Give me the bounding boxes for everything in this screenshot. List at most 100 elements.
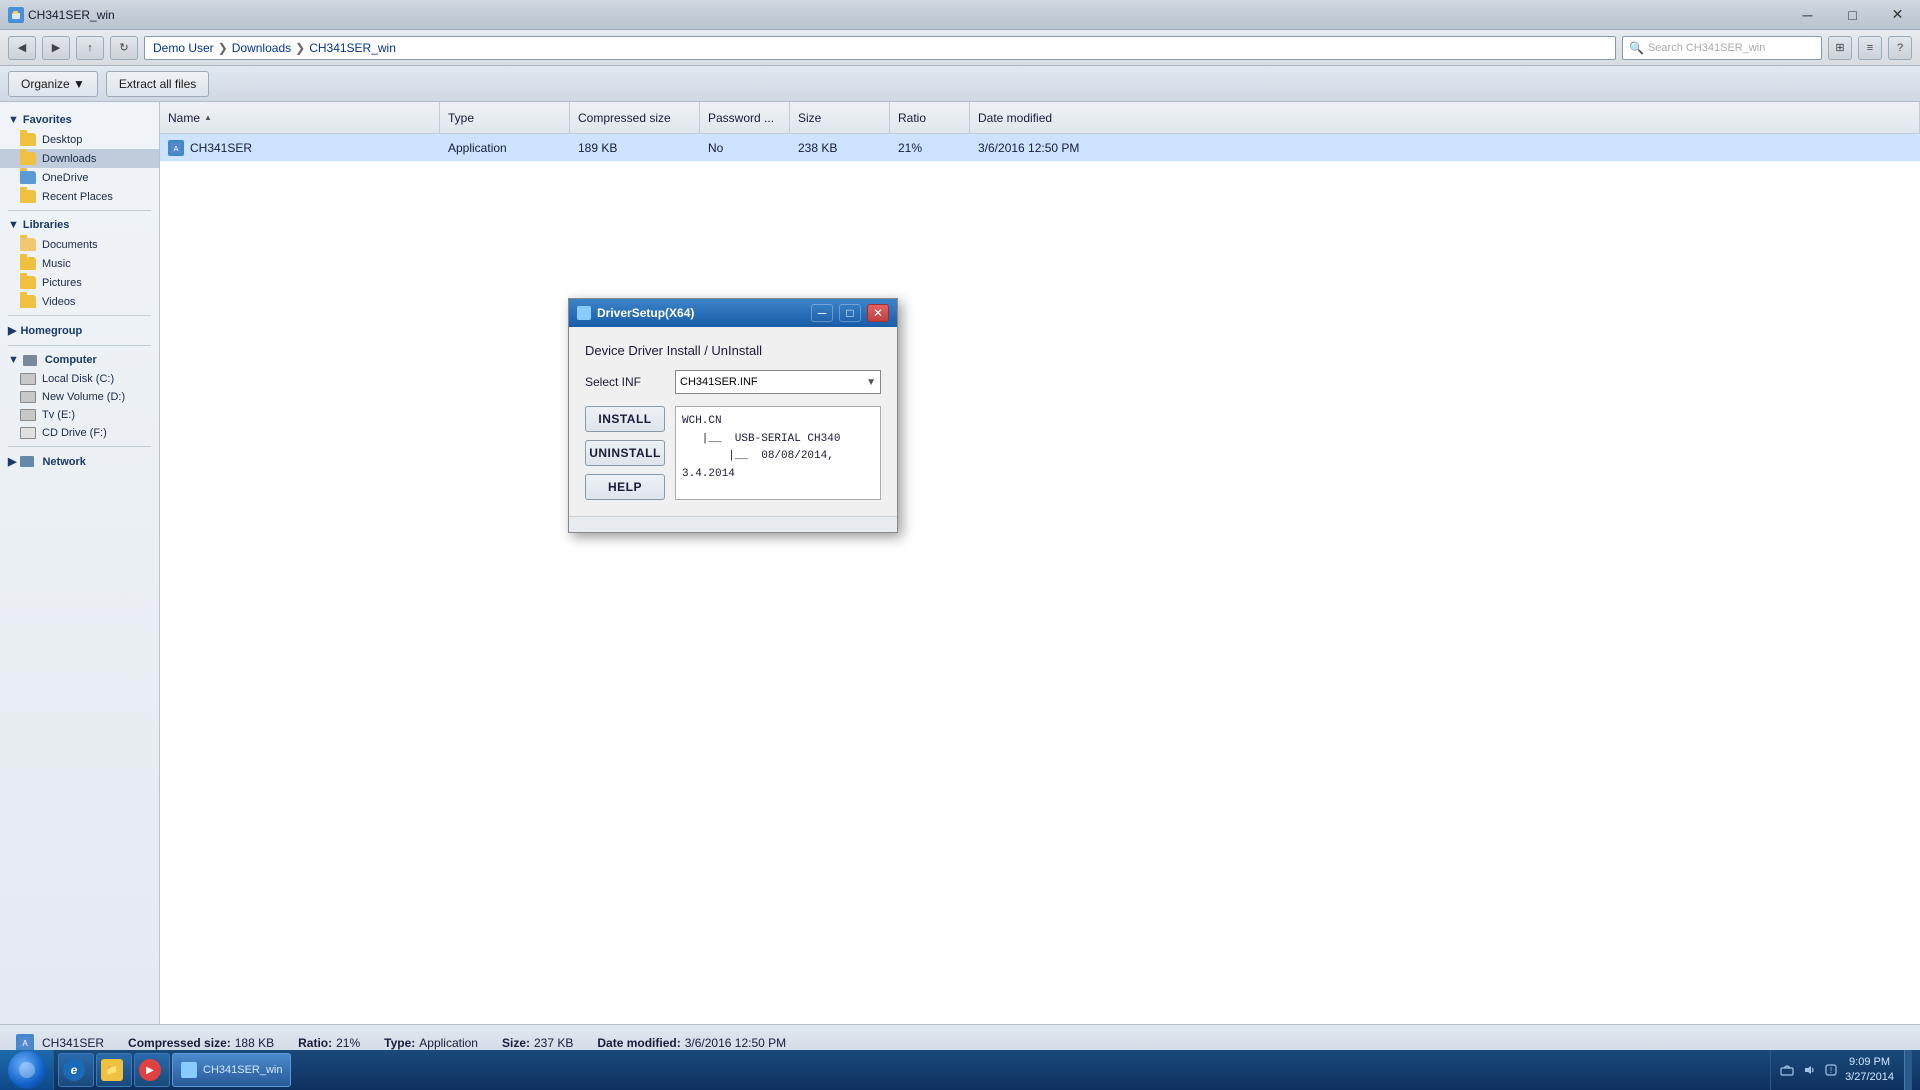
sidebar: ▼ Favorites Desktop Downloads OneDrive R… xyxy=(0,102,160,1024)
view-options-button[interactable]: ⊞ xyxy=(1828,36,1852,60)
table-row[interactable]: A CH341SER Application 189 KB No 238 KB … xyxy=(160,134,1920,162)
sidebar-item-music[interactable]: Music xyxy=(0,254,159,273)
search-placeholder: Search CH341SER_win xyxy=(1648,42,1765,54)
sidebar-item-local-disk[interactable]: Local Disk (C:) xyxy=(0,370,159,388)
status-size-value: 237 KB xyxy=(534,1036,573,1050)
folder-icon xyxy=(20,295,36,308)
taskbar-icon-media[interactable]: ▶ xyxy=(134,1053,170,1087)
column-ratio[interactable]: Ratio xyxy=(890,102,970,134)
status-file-icon: A xyxy=(16,1034,34,1052)
install-button[interactable]: INSTALL xyxy=(585,406,665,432)
dialog-select-row: Select INF CH341SER.INF ▼ xyxy=(585,370,881,394)
dialog-maximize-button[interactable]: □ xyxy=(839,304,861,322)
file-area: Name ▲ Type Compressed size Password ...… xyxy=(160,102,1920,1024)
dialog-minimize-button[interactable]: ─ xyxy=(811,304,833,322)
dialog-heading: Device Driver Install / UnInstall xyxy=(585,343,881,358)
svg-text:!: ! xyxy=(1830,1066,1832,1075)
sidebar-item-desktop[interactable]: Desktop xyxy=(0,130,159,149)
dialog-close-button[interactable]: ✕ xyxy=(867,304,889,322)
breadcrumb-downloads[interactable]: Downloads xyxy=(232,41,291,55)
view-toggle-button[interactable]: ≡ xyxy=(1858,36,1882,60)
sidebar-item-videos[interactable]: Videos xyxy=(0,292,159,311)
show-desktop-button[interactable] xyxy=(1904,1050,1912,1090)
toolbar: Organize ▼ Extract all files xyxy=(0,66,1920,102)
network-header[interactable]: ▶ Network xyxy=(0,451,159,472)
taskbar-icon-ie[interactable]: e xyxy=(58,1053,94,1087)
dialog-app-icon xyxy=(577,306,591,320)
back-button[interactable]: ◀ xyxy=(8,36,36,60)
extract-all-button[interactable]: Extract all files xyxy=(106,71,209,97)
taskbar-icon-explorer[interactable]: 📁 xyxy=(96,1053,132,1087)
status-ratio-label: Ratio: xyxy=(298,1036,332,1050)
breadcrumb[interactable]: Demo User ❯ Downloads ❯ CH341SER_win xyxy=(144,36,1616,60)
status-size: Size: 237 KB xyxy=(502,1036,573,1050)
maximize-button[interactable]: □ xyxy=(1830,0,1875,30)
dialog-select-value: CH341SER.INF xyxy=(680,376,758,388)
dialog-info-box: WCH.CN |__ USB-SERIAL CH340 |__ 08/08/20… xyxy=(675,406,881,500)
sidebar-item-recent[interactable]: Recent Places xyxy=(0,187,159,206)
up-button[interactable]: ↑ xyxy=(76,36,104,60)
network-icon xyxy=(20,456,34,467)
network-collapse-icon: ▶ xyxy=(8,455,16,468)
sidebar-item-cd[interactable]: CD Drive (F:) xyxy=(0,424,159,442)
status-date: Date modified: 3/6/2016 12:50 PM xyxy=(597,1036,786,1050)
dialog-button-group: INSTALL UNINSTALL HELP xyxy=(585,406,665,500)
sidebar-item-tv[interactable]: Tv (E:) xyxy=(0,406,159,424)
address-bar: ◀ ▶ ↑ ↻ Demo User ❯ Downloads ❯ CH341SER… xyxy=(0,30,1920,66)
taskbar-apps: e 📁 ▶ CH341SER_win xyxy=(54,1053,1770,1087)
dialog-body: Device Driver Install / UnInstall Select… xyxy=(569,327,897,516)
dialog-inf-select[interactable]: CH341SER.INF ▼ xyxy=(675,370,881,394)
column-password[interactable]: Password ... xyxy=(700,102,790,134)
start-button[interactable] xyxy=(0,1050,54,1090)
libraries-header[interactable]: ▼ Libraries xyxy=(0,215,159,235)
status-type: Type: Application xyxy=(384,1036,478,1050)
help-nav-button[interactable]: ? xyxy=(1888,36,1912,60)
organize-button[interactable]: Organize ▼ xyxy=(8,71,98,97)
column-compressed-size[interactable]: Compressed size xyxy=(570,102,700,134)
uninstall-button[interactable]: UNINSTALL xyxy=(585,440,665,466)
volume-tray-icon[interactable] xyxy=(1801,1062,1817,1078)
search-box[interactable]: 🔍 Search CH341SER_win xyxy=(1622,36,1822,60)
svg-text:A: A xyxy=(22,1039,28,1048)
favorites-header[interactable]: ▼ Favorites xyxy=(0,110,159,130)
column-name[interactable]: Name ▲ xyxy=(160,102,440,134)
sidebar-item-downloads[interactable]: Downloads xyxy=(0,149,159,168)
homegroup-collapse-icon: ▶ xyxy=(8,324,16,337)
sidebar-item-new-volume[interactable]: New Volume (D:) xyxy=(0,388,159,406)
clock-date: 3/27/2014 xyxy=(1845,1070,1894,1085)
driver-setup-dialog[interactable]: DriverSetup(X64) ─ □ ✕ Device Driver Ins… xyxy=(568,298,898,533)
sidebar-music-label: Music xyxy=(42,258,71,270)
folder-icon xyxy=(20,276,36,289)
dropdown-arrow-icon: ▼ xyxy=(866,377,876,388)
search-icon: 🔍 xyxy=(1629,41,1644,55)
sidebar-new-volume-label: New Volume (D:) xyxy=(42,391,125,403)
refresh-button[interactable]: ↻ xyxy=(110,36,138,60)
action-center-icon[interactable]: ! xyxy=(1823,1062,1839,1078)
folder-icon xyxy=(20,133,36,146)
network-tray-icon[interactable] xyxy=(1779,1062,1795,1078)
column-size[interactable]: Size xyxy=(790,102,890,134)
computer-icon xyxy=(23,355,37,366)
homegroup-header[interactable]: ▶ Homegroup xyxy=(0,320,159,341)
info-line-3: |__ 08/08/2014, 3.4.2014 xyxy=(682,448,874,483)
help-button[interactable]: HELP xyxy=(585,474,665,500)
sidebar-item-documents[interactable]: Documents xyxy=(0,235,159,254)
taskbar-app-ch341ser[interactable]: CH341SER_win xyxy=(172,1053,291,1087)
forward-button[interactable]: ▶ xyxy=(42,36,70,60)
status-filename: A CH341SER xyxy=(16,1034,104,1052)
sidebar-item-onedrive[interactable]: OneDrive xyxy=(0,168,159,187)
file-ratio: 21% xyxy=(898,141,922,155)
minimize-button[interactable]: ─ xyxy=(1785,0,1830,30)
column-type[interactable]: Type xyxy=(440,102,570,134)
close-button[interactable]: ✕ xyxy=(1875,0,1920,30)
breadcrumb-demo-user[interactable]: Demo User xyxy=(153,41,214,55)
computer-header[interactable]: ▼ Computer xyxy=(0,350,159,370)
sidebar-desktop-label: Desktop xyxy=(42,134,82,146)
file-compressed-cell: 189 KB xyxy=(570,134,700,162)
system-clock[interactable]: 9:09 PM 3/27/2014 xyxy=(1845,1055,1894,1086)
status-size-label: Size: xyxy=(502,1036,530,1050)
taskbar-system-tray: ! 9:09 PM 3/27/2014 xyxy=(1770,1050,1920,1090)
column-date-modified[interactable]: Date modified xyxy=(970,102,1920,134)
sidebar-item-pictures[interactable]: Pictures xyxy=(0,273,159,292)
file-icon: A xyxy=(168,140,184,156)
